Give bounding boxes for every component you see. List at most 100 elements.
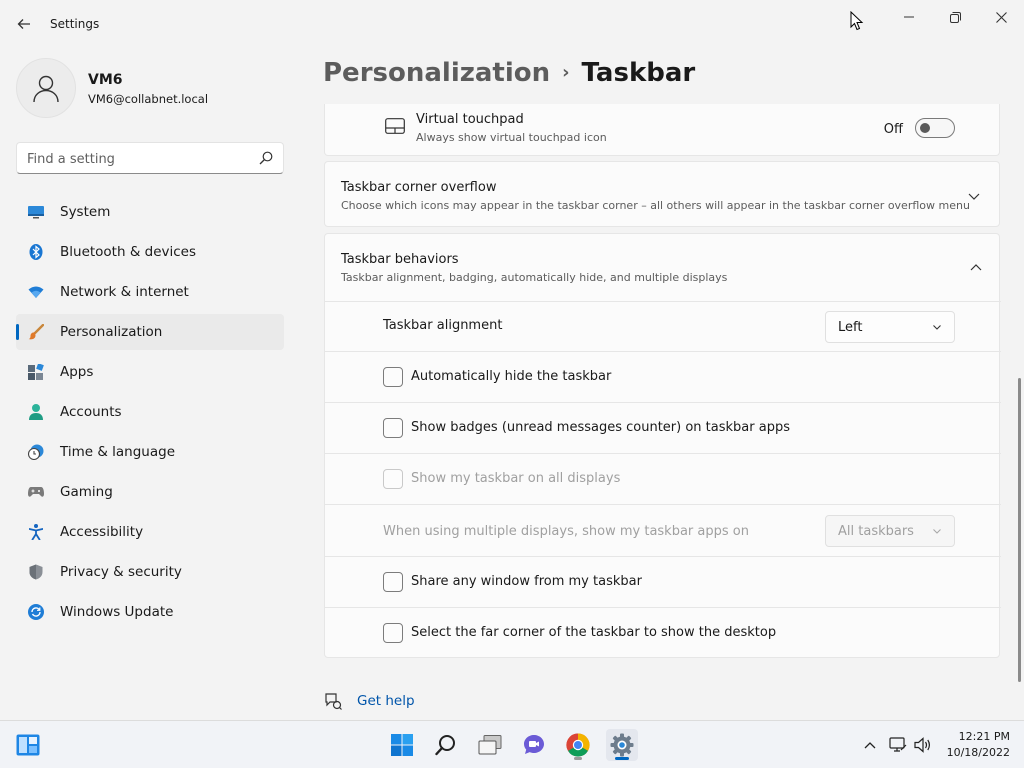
close-button[interactable] — [978, 0, 1024, 34]
sidebar-item-windows-update[interactable]: Windows Update — [16, 594, 284, 630]
far-corner-checkbox[interactable] — [383, 623, 403, 643]
sidebar-item-label: Apps — [60, 364, 94, 380]
search-taskbar-button[interactable] — [430, 729, 462, 761]
sidebar-item-label: Network & internet — [60, 284, 189, 300]
clock-globe-icon — [28, 444, 44, 460]
sidebar-item-bluetooth[interactable]: Bluetooth & devices — [16, 234, 284, 270]
search-icon — [259, 151, 273, 165]
title-bar: Settings — [0, 0, 1024, 48]
person-icon — [28, 404, 44, 420]
chevron-up-icon — [970, 264, 982, 271]
minimize-icon — [904, 16, 914, 18]
toggle-knob — [920, 123, 930, 133]
touchpad-icon — [385, 118, 405, 134]
chevron-down-icon — [933, 529, 941, 534]
active-indicator — [615, 757, 629, 760]
mouse-cursor-icon — [850, 11, 864, 31]
breadcrumb: Personalization › Taskbar — [323, 58, 695, 88]
sidebar-item-label: Bluetooth & devices — [60, 244, 197, 260]
multi-display-row: When using multiple displays, show my ta… — [325, 504, 1001, 555]
minimize-button[interactable] — [886, 0, 932, 34]
share-window-checkbox[interactable] — [383, 572, 403, 592]
clock-date: 10/18/2022 — [946, 746, 1010, 759]
virtual-touchpad-title: Virtual touchpad — [416, 112, 524, 127]
apps-icon — [28, 364, 44, 380]
share-window-row: Share any window from my taskbar — [325, 556, 1001, 607]
taskbar-alignment-dropdown[interactable]: Left — [825, 311, 955, 343]
share-window-label: Share any window from my taskbar — [411, 574, 642, 589]
user-email: VM6@collabnet.local — [88, 92, 209, 106]
show-hidden-icons-button[interactable] — [860, 735, 880, 755]
start-button[interactable] — [386, 729, 418, 761]
network-monitor-icon — [889, 737, 907, 752]
taskbar-behaviors-subtitle: Taskbar alignment, badging, automaticall… — [341, 271, 728, 284]
chat-icon — [524, 735, 544, 754]
sidebar-item-label: Accessibility — [60, 524, 144, 540]
sidebar-item-gaming[interactable]: Gaming — [16, 474, 284, 510]
sidebar: VM6 VM6@collabnet.local System Bluetooth… — [0, 48, 300, 720]
sidebar-item-privacy[interactable]: Privacy & security — [16, 554, 284, 590]
gamepad-icon — [28, 484, 44, 500]
breadcrumb-parent[interactable]: Personalization — [323, 58, 550, 88]
back-button[interactable] — [12, 12, 36, 36]
user-profile[interactable]: VM6 VM6@collabnet.local — [16, 58, 286, 118]
accessibility-icon — [28, 524, 44, 540]
chrome-button[interactable] — [562, 729, 594, 761]
settings-gear-icon — [610, 733, 634, 757]
all-displays-row: Show my taskbar on all displays — [325, 453, 1001, 504]
sidebar-item-label: System — [60, 204, 111, 220]
breadcrumb-separator: › — [562, 62, 570, 83]
sidebar-item-accessibility[interactable]: Accessibility — [16, 514, 284, 550]
paintbrush-icon — [28, 324, 44, 340]
avatar — [16, 58, 76, 118]
badges-label: Show badges (unread messages counter) on… — [411, 420, 790, 435]
sidebar-item-network[interactable]: Network & internet — [16, 274, 284, 310]
chat-button[interactable] — [518, 729, 550, 761]
help-chat-icon — [325, 693, 342, 710]
app-title: Settings — [50, 17, 100, 31]
virtual-touchpad-toggle[interactable] — [915, 118, 955, 138]
auto-hide-checkbox[interactable] — [383, 367, 403, 387]
corner-overflow-subtitle: Choose which icons may appear in the tas… — [341, 199, 970, 212]
sidebar-item-label: Personalization — [60, 324, 163, 340]
far-corner-row: Select the far corner of the taskbar to … — [325, 607, 1001, 658]
network-tray-button[interactable] — [888, 735, 908, 755]
update-icon — [28, 604, 44, 620]
search-box[interactable] — [16, 142, 284, 174]
sidebar-item-personalization[interactable]: Personalization — [16, 314, 284, 350]
virtual-touchpad-row: Virtual touchpad Always show virtual tou… — [324, 104, 1000, 156]
search-icon — [435, 735, 455, 756]
sidebar-item-time-language[interactable]: Time & language — [16, 434, 284, 470]
monitor-icon — [28, 204, 44, 220]
badges-row: Show badges (unread messages counter) on… — [325, 402, 1001, 453]
taskbar-clock[interactable]: 12:21 PM 10/18/2022 — [940, 729, 1010, 761]
sidebar-item-label: Windows Update — [60, 604, 174, 620]
multi-display-dropdown: All taskbars — [825, 515, 955, 547]
content-scrollbar[interactable] — [1018, 378, 1021, 682]
task-view-icon — [478, 735, 502, 755]
volume-tray-button[interactable] — [913, 735, 933, 755]
search-input[interactable] — [27, 149, 247, 169]
widgets-button[interactable] — [12, 729, 44, 761]
restore-icon — [949, 11, 961, 23]
windows-logo-icon — [391, 734, 413, 756]
restore-button[interactable] — [932, 0, 978, 34]
shield-icon — [28, 564, 44, 580]
sidebar-item-system[interactable]: System — [16, 194, 284, 230]
all-displays-checkbox — [383, 469, 403, 489]
taskbar-behaviors-header[interactable]: Taskbar behaviors Taskbar alignment, bad… — [325, 234, 1001, 301]
corner-overflow-row[interactable]: Taskbar corner overflow Choose which ico… — [324, 161, 1000, 227]
taskbar-alignment-row: Taskbar alignment Left — [325, 301, 1001, 351]
sidebar-item-accounts[interactable]: Accounts — [16, 394, 284, 430]
chevron-down-icon — [968, 193, 980, 200]
widgets-icon — [16, 734, 40, 756]
task-view-button[interactable] — [474, 729, 506, 761]
toggle-state-label: Off — [883, 122, 903, 137]
settings-taskbar-button[interactable] — [606, 729, 638, 761]
wifi-icon — [28, 284, 44, 300]
sidebar-item-apps[interactable]: Apps — [16, 354, 284, 390]
get-help-link[interactable]: Get help — [357, 693, 415, 709]
badges-checkbox[interactable] — [383, 418, 403, 438]
sidebar-nav: System Bluetooth & devices Network & int… — [16, 194, 284, 634]
sidebar-item-label: Accounts — [60, 404, 122, 420]
